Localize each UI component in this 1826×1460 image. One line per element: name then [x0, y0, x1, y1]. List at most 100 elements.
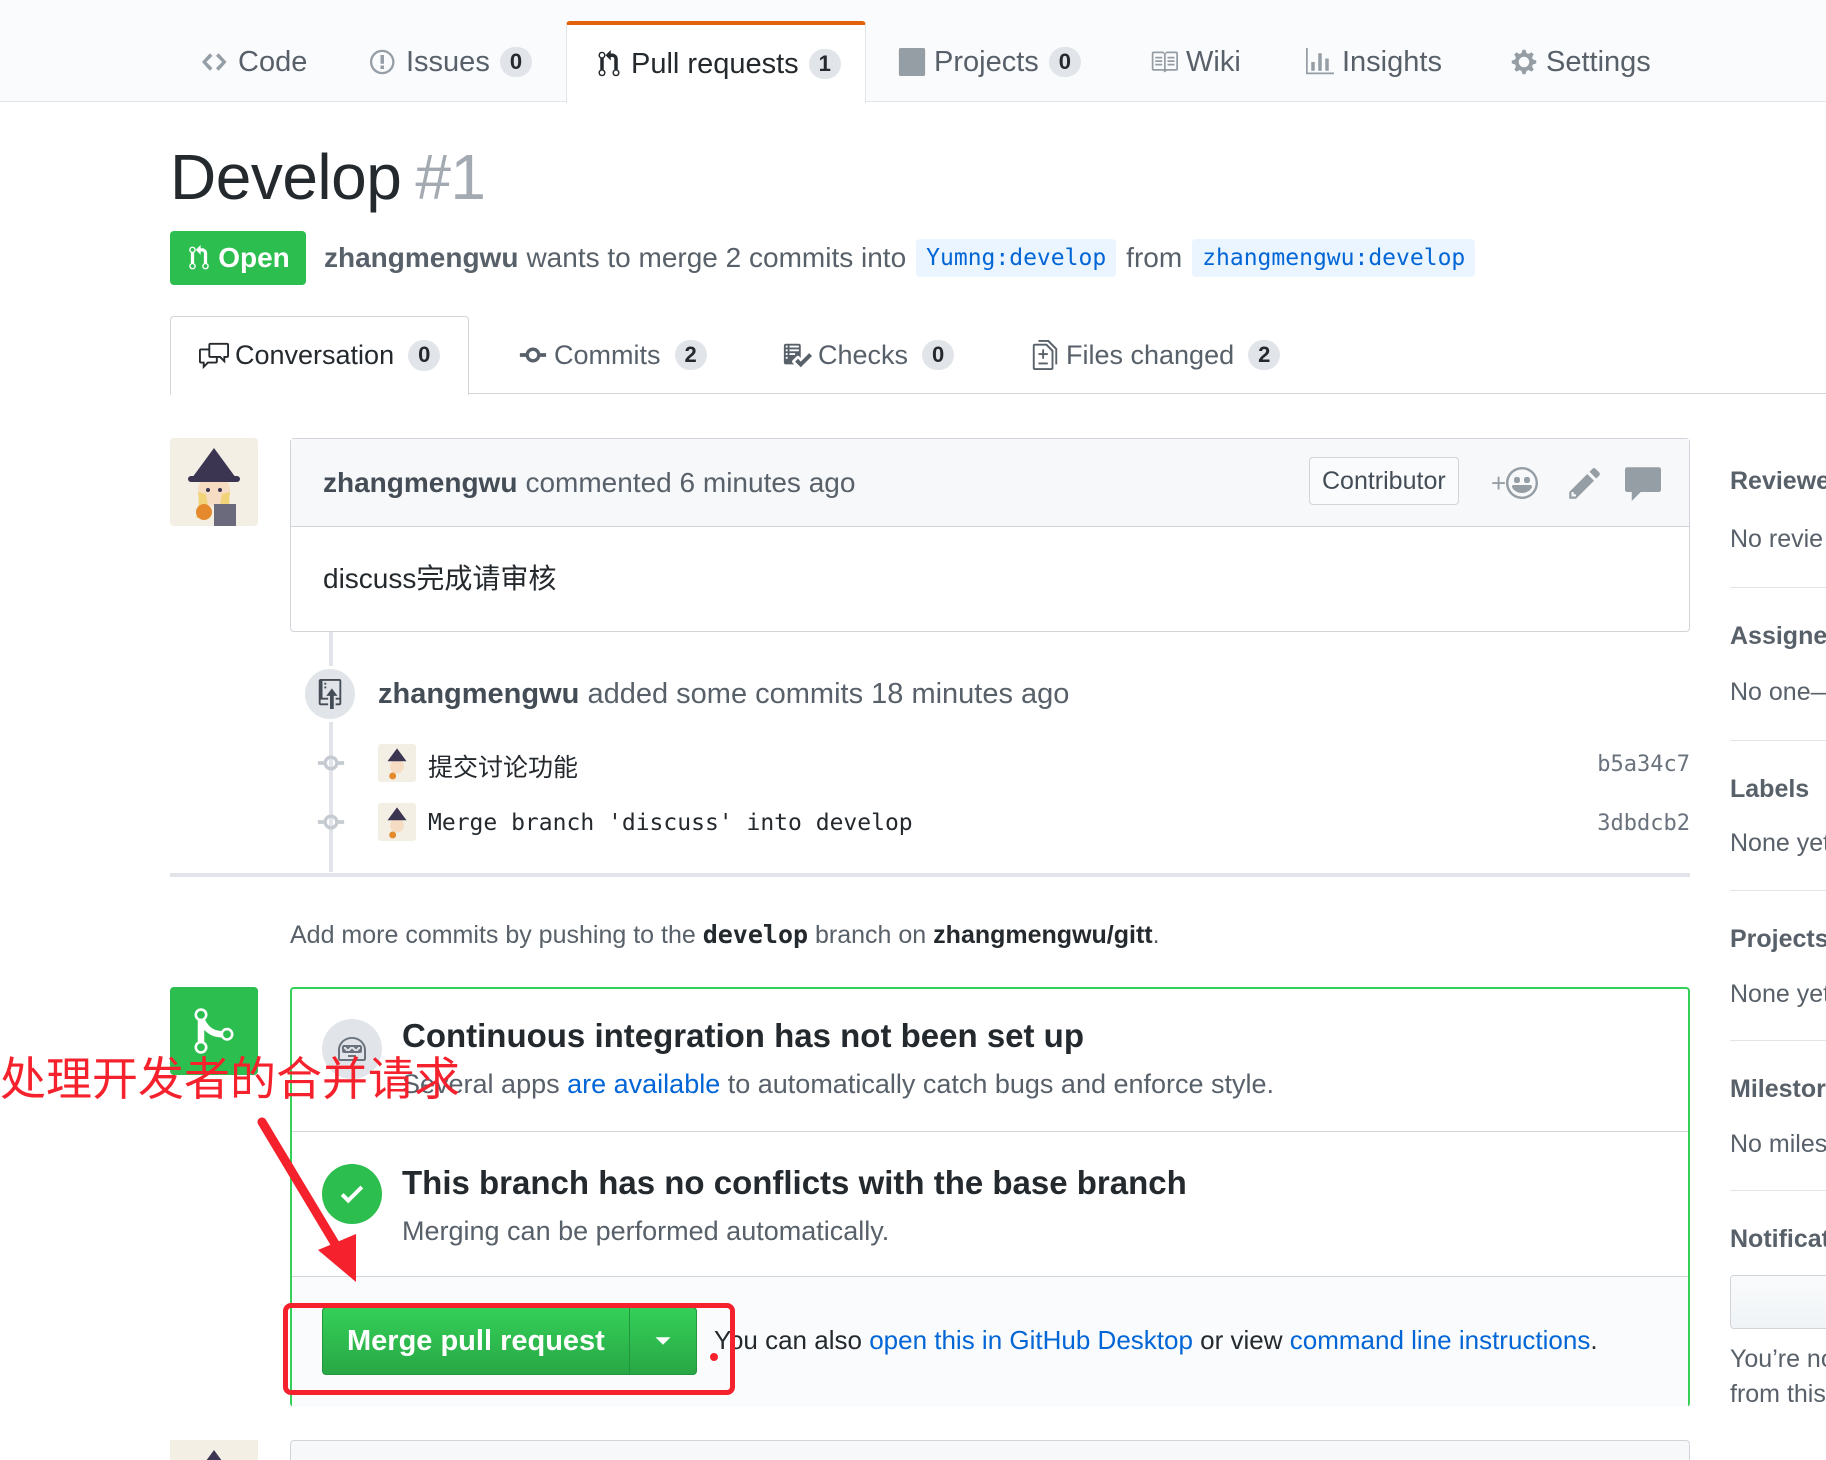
sidebar-divider	[1730, 740, 1826, 741]
base-branch[interactable]: Yumng:develop	[916, 239, 1117, 277]
sidebar-assignees-value: No one—	[1730, 678, 1826, 706]
pr-tabs: Conversation 0 Commits 2 Checks 0 Files …	[170, 316, 1826, 395]
alt-middle: or view	[1200, 1325, 1283, 1355]
tab-issues-label: Issues	[406, 45, 490, 78]
sidebar-divider	[1730, 890, 1826, 891]
commit-icon	[519, 347, 547, 363]
pr-number: #1	[415, 141, 486, 213]
reaction-plus: +	[1491, 467, 1507, 498]
sidebar-projects-heading[interactable]: Projects	[1730, 925, 1826, 954]
commit-message[interactable]: Merge branch 'discuss' into develop	[428, 810, 913, 836]
push-hint-repo: zhangmengwu/gitt	[933, 921, 1153, 949]
comment-author[interactable]: zhangmengwu	[323, 467, 517, 499]
avatar[interactable]	[378, 803, 416, 841]
check-circle-icon	[322, 1164, 382, 1224]
subscribe-button[interactable]	[1730, 1275, 1826, 1329]
tab-wiki-label: Wiki	[1186, 45, 1241, 78]
head-branch[interactable]: zhangmengwu:develop	[1192, 239, 1476, 277]
issue-icon	[370, 49, 395, 75]
sidebar-labels-heading[interactable]: Labels	[1730, 775, 1809, 804]
report-button[interactable]	[1625, 465, 1661, 501]
ci-section: Continuous integration has not been set …	[292, 989, 1688, 1132]
checks-count: 0	[922, 339, 955, 371]
tab-commits[interactable]: Commits 2	[518, 316, 707, 394]
pr-author-link[interactable]: zhangmengwu	[324, 242, 518, 274]
tab-issues[interactable]: Issues 0	[370, 22, 533, 102]
comment-action: commented 6 minutes ago	[525, 466, 856, 498]
comment: zhangmengwu commented 6 minutes ago Cont…	[290, 438, 1690, 632]
tab-settings[interactable]: Settings	[1510, 22, 1651, 102]
sidebar-milestone-heading[interactable]: Milestor	[1730, 1075, 1826, 1104]
tab-checks[interactable]: Checks 0	[782, 316, 955, 394]
conversation-count: 0	[408, 340, 441, 371]
new-comment-box	[290, 1440, 1690, 1460]
apps-available-link[interactable]: are available	[567, 1069, 720, 1099]
push-hint-prefix: Add more commits by pushing to the	[290, 921, 696, 949]
avatar[interactable]	[170, 438, 258, 526]
push-hint: Add more commits by pushing to the devel…	[290, 920, 1160, 950]
tab-commits-label: Commits	[554, 339, 661, 370]
sidebar-notifications-line2: from this	[1730, 1380, 1826, 1408]
tab-files-changed[interactable]: Files changed 2	[1030, 316, 1281, 394]
repo-push-icon	[318, 679, 342, 709]
tab-pull-requests[interactable]: Pull requests 1	[566, 21, 866, 103]
no-conflicts-subtitle: Merging can be performed automatically.	[402, 1216, 890, 1246]
timeline-badge	[302, 666, 358, 722]
github-desktop-link[interactable]: open this in GitHub Desktop	[869, 1325, 1193, 1355]
tab-wiki[interactable]: Wiki	[1150, 22, 1241, 102]
comment-header: zhangmengwu commented 6 minutes ago Cont…	[291, 439, 1689, 527]
check-icon	[340, 1185, 364, 1204]
alt-suffix: .	[1590, 1325, 1598, 1355]
tab-conversation-label: Conversation	[235, 340, 395, 370]
sidebar-reviewers-value: No revie	[1730, 525, 1824, 553]
merge-alternatives: You can also open this in GitHub Desktop…	[714, 1325, 1598, 1356]
pull-request-icon	[189, 245, 209, 270]
status-label: Open	[218, 242, 290, 273]
tab-files-label: Files changed	[1066, 339, 1235, 370]
tab-insights[interactable]: Insights	[1306, 22, 1442, 102]
issues-count: 0	[499, 46, 533, 78]
pr-meta: zhangmengwu wants to merge 2 commits int…	[324, 236, 1485, 280]
tab-conversation[interactable]: Conversation 0	[170, 316, 470, 395]
commit-sha[interactable]: b5a34c7	[1597, 752, 1690, 777]
comment-discussion-icon	[199, 342, 229, 369]
ci-subtitle: Several apps are available to automatica…	[402, 1069, 1274, 1100]
smiley-icon	[1506, 467, 1539, 499]
pr-meta-text: wants to merge 2 commits into	[526, 242, 907, 273]
timeline-event: zhangmengwu added some commits 18 minute…	[378, 678, 1069, 711]
sidebar-assignees-heading[interactable]: Assigne	[1730, 622, 1826, 651]
tab-code-label: Code	[238, 45, 308, 78]
commit-message[interactable]: 提交讨论功能	[428, 748, 578, 784]
tab-projects[interactable]: Projects 0	[898, 22, 1082, 102]
pencil-icon	[1569, 468, 1600, 499]
timeline-action: added some commits 18 minutes ago	[587, 678, 1070, 710]
add-reaction-button[interactable]: +	[1491, 465, 1547, 501]
commit-sha[interactable]: 3dbdcb2	[1597, 811, 1690, 836]
ci-sub-suffix: to automatically catch bugs and enforce …	[727, 1069, 1275, 1099]
commits-count: 2	[674, 339, 707, 371]
pr-title-text: Develop	[170, 141, 402, 213]
sidebar-projects-value: None yet	[1730, 980, 1826, 1008]
tab-pull-requests-label: Pull requests	[631, 47, 799, 80]
avatar[interactable]	[170, 1440, 258, 1460]
command-line-link[interactable]: command line instructions	[1290, 1325, 1591, 1355]
tab-checks-label: Checks	[818, 339, 909, 370]
timeline-author[interactable]: zhangmengwu	[378, 678, 579, 710]
annotation-highlight-box	[283, 1303, 735, 1395]
edit-button[interactable]	[1567, 465, 1603, 501]
commit-dot-icon	[316, 807, 346, 837]
avatar-image	[170, 1440, 258, 1460]
tab-settings-label: Settings	[1546, 45, 1651, 78]
pull-request-icon	[598, 50, 620, 77]
annotation-label: 处理开发者的合并请求	[0, 1052, 460, 1106]
code-icon	[202, 53, 227, 71]
commit-dot-icon	[316, 748, 346, 778]
status-badge: Open	[170, 231, 306, 285]
checklist-icon	[783, 343, 812, 368]
tab-code[interactable]: Code	[202, 22, 307, 102]
files-count: 2	[1248, 339, 1281, 371]
sidebar-divider	[1730, 587, 1826, 588]
book-icon	[1151, 51, 1178, 73]
sidebar-reviewers-heading[interactable]: Reviewe	[1730, 467, 1826, 496]
avatar[interactable]	[378, 744, 416, 782]
